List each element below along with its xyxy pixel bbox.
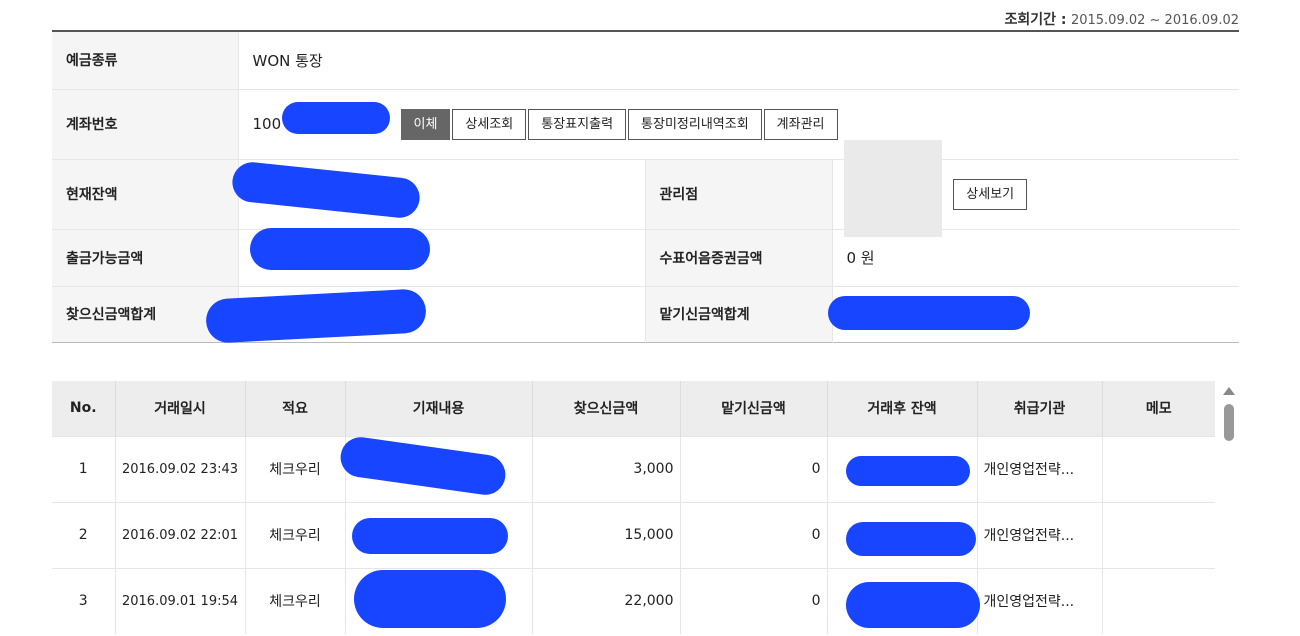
row-summary: 체크우리 [245,435,346,502]
scrollbar-thumb[interactable] [1224,404,1234,441]
deposit-type-value: WON 통장 [238,31,1240,90]
col-header-datetime: 거래일시 [115,381,246,436]
scroll-up-arrow-icon[interactable] [1223,387,1235,395]
row-memo [1102,501,1215,568]
passbook-cover-print-button[interactable]: 통장표지출력 [528,108,627,140]
row-datetime: 2016.09.02 23:43 [115,435,246,502]
account-info-table: 예금종류 WON 통장 계좌번호 100 이체 상세조회 통장표지출력 통장미정리내역조… [52,30,1240,343]
deposit-total-label: 맡기신금액합계 [645,286,833,342]
redaction-mark [846,522,976,556]
row-datetime: 2016.09.01 19:54 [115,567,246,634]
redaction-mark [352,518,508,554]
table-row[interactable]: 3 2016.09.01 19:54 체크우리 22,000 0 개인영업전략.… [52,567,1215,634]
col-header-summary: 적요 [245,381,346,436]
redaction-mark [828,296,1030,330]
row-deposit: 0 [680,501,828,568]
redaction-mark [282,102,390,134]
account-number-label: 계좌번호 [52,89,239,160]
row-no: 3 [52,567,116,634]
col-header-deposit: 맡기신금액 [680,381,828,436]
row-deposit: 0 [680,435,828,502]
row-summary: 체크우리 [245,501,346,568]
col-header-balance: 거래후 잔액 [827,381,978,436]
passbook-unbooked-inquiry-button[interactable]: 통장미정리내역조회 [628,108,762,140]
row-no: 1 [52,435,116,502]
row-datetime: 2016.09.02 22:01 [115,501,246,568]
transfer-button[interactable]: 이체 [400,108,451,140]
row-deposit: 0 [680,567,828,634]
current-balance-label: 현재잔액 [52,159,239,230]
row-memo [1102,567,1215,634]
period-label: 조회기간 : [1004,12,1067,28]
row-memo [1102,435,1215,502]
row-withdraw: 22,000 [532,567,681,634]
col-header-withdraw: 찾으신금액 [532,381,681,436]
row-no: 2 [52,501,116,568]
row-branch: 개인영업전략... [977,501,1103,568]
col-header-content: 기재내용 [345,381,533,436]
branch-label: 관리점 [645,159,833,230]
col-header-no: No. [52,381,116,436]
branch-detail-button[interactable]: 상세보기 [953,178,1028,210]
deposit-type-label: 예금종류 [52,31,239,90]
inquiry-period: 조회기간 : 2015.09.02 ~ 2016.09.02 [1005,9,1239,29]
redaction-mark [846,582,980,628]
table-row[interactable]: 1 2016.09.02 23:43 체크우리 3,000 0 개인영업전략..… [52,435,1215,502]
transaction-table: No. 거래일시 적요 기재내용 찾으신금액 맡기신금액 거래후 잔액 취급기관… [52,381,1215,634]
row-branch: 개인영업전략... [977,567,1103,634]
check-amount-value: 0 원 [832,229,1240,287]
account-management-button[interactable]: 계좌관리 [763,108,838,140]
row-branch: 개인영업전략... [977,435,1103,502]
redaction-mark [846,456,970,486]
withdrawable-amount-label: 출금가능금액 [52,229,239,287]
period-value: 2015.09.02 ~ 2016.09.02 [1070,13,1239,28]
row-summary: 체크우리 [245,567,346,634]
detail-inquiry-button[interactable]: 상세조회 [452,108,527,140]
check-amount-label: 수표어음증권금액 [645,229,833,287]
row-withdraw: 3,000 [532,435,681,502]
row-withdraw: 15,000 [532,501,681,568]
blurred-branch-mosaic [844,140,942,237]
col-header-branch: 취급기관 [977,381,1103,436]
redaction-mark [250,228,430,270]
table-row[interactable]: 2 2016.09.02 22:01 체크우리 15,000 0 개인영업전략.… [52,501,1215,568]
redaction-mark [354,570,506,628]
col-header-memo: 메모 [1102,381,1215,436]
